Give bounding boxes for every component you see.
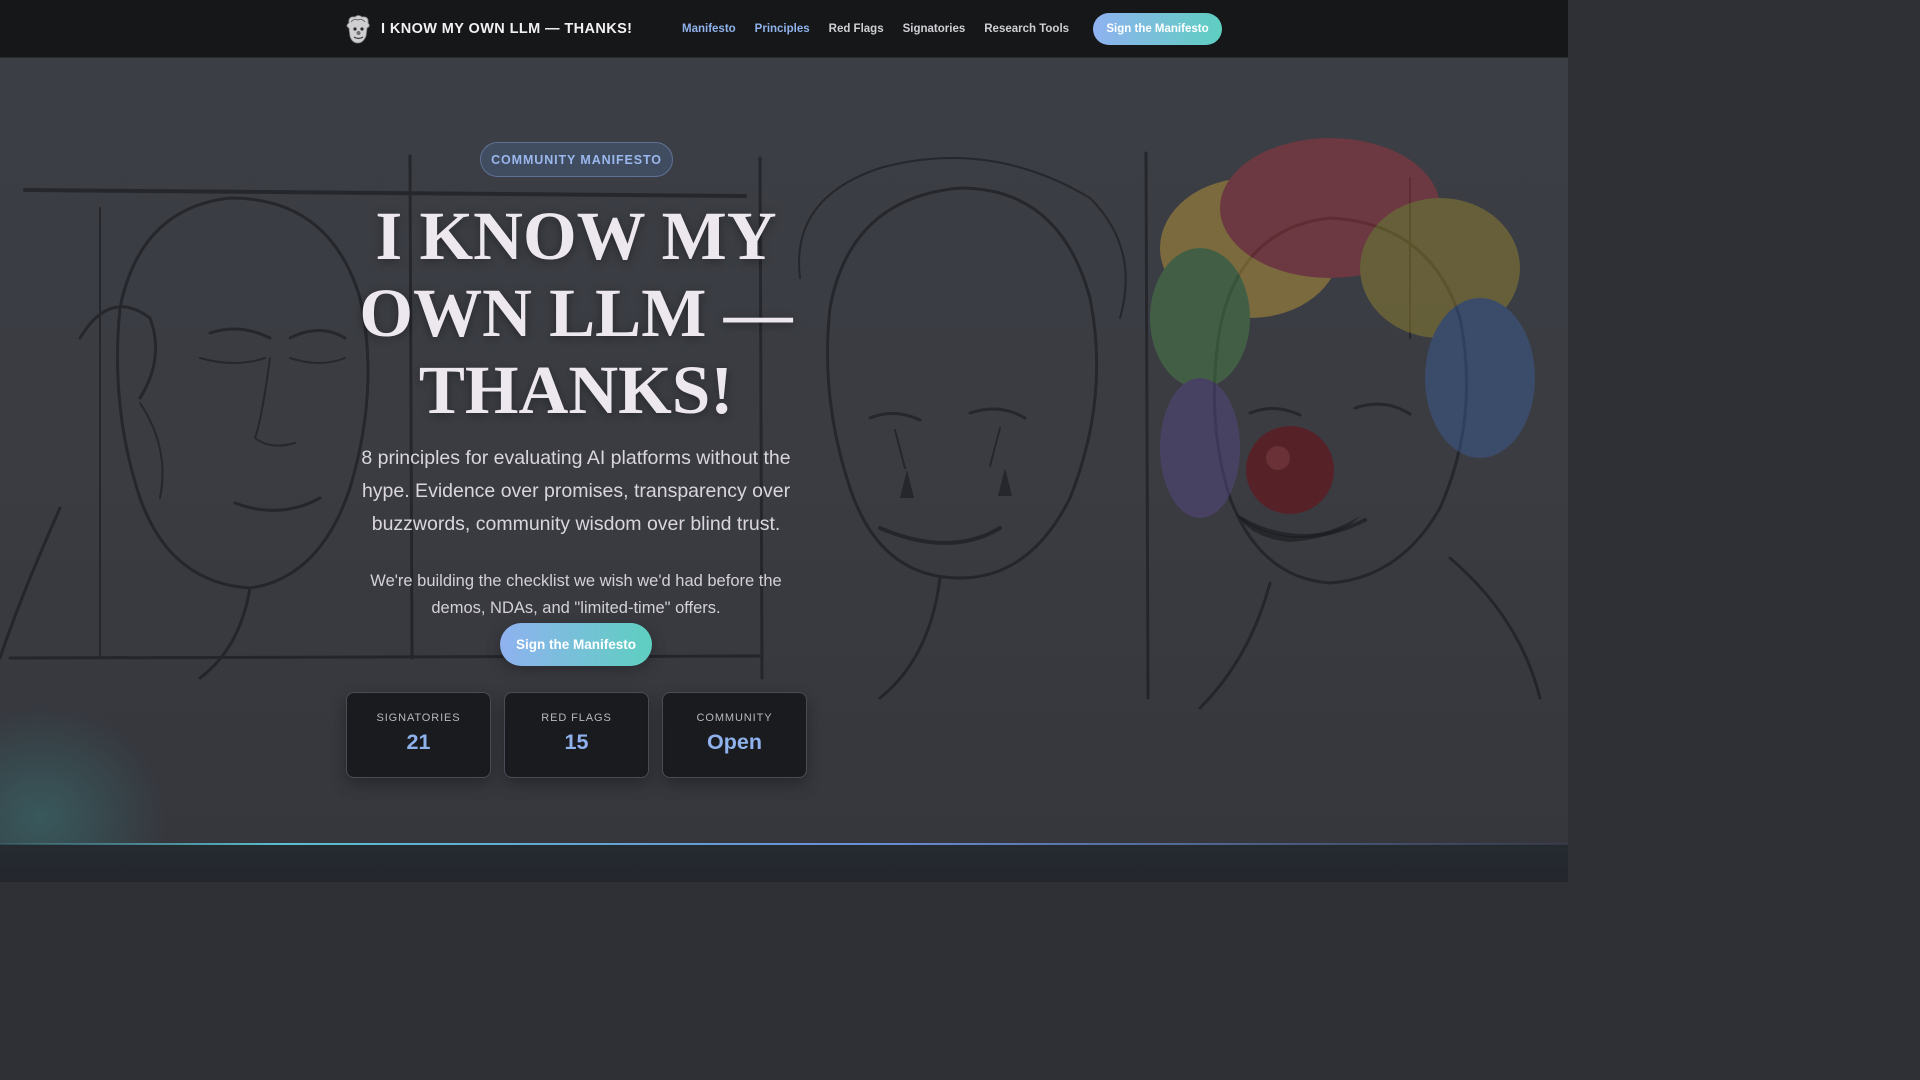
clown-face-icon bbox=[346, 15, 370, 44]
stats-row: SIGNATORIES 21 RED FLAGS 15 COMMUNITY Op… bbox=[346, 692, 807, 778]
brand[interactable]: I KNOW MY OWN LLM — THANKS! bbox=[345, 14, 632, 44]
hero-subtitle: 8 principles for evaluating AI platforms… bbox=[361, 447, 791, 535]
nav-sign-manifesto-button[interactable]: Sign the Manifesto bbox=[1093, 13, 1222, 45]
hero-section: COMMUNITY MANIFESTO I KNOW MY OWN LLM — … bbox=[0, 58, 1568, 844]
brand-name: I KNOW MY OWN LLM — THANKS! bbox=[381, 21, 633, 37]
nav-link-research-tools[interactable]: Research Tools bbox=[984, 23, 1069, 35]
nav-link-principles[interactable]: Principles bbox=[755, 23, 810, 35]
stat-card-signatories: SIGNATORIES 21 bbox=[346, 692, 491, 778]
stat-value: Open bbox=[707, 730, 762, 754]
nav-links: Manifesto Principles Red Flags Signatori… bbox=[682, 0, 1069, 58]
stat-label: SIGNATORIES bbox=[376, 712, 461, 724]
nav-link-manifesto[interactable]: Manifesto bbox=[682, 23, 736, 35]
hero-sign-manifesto-button[interactable]: Sign the Manifesto bbox=[500, 623, 652, 666]
stat-card-community: COMMUNITY Open bbox=[662, 692, 807, 778]
stat-value: 21 bbox=[406, 730, 431, 754]
stat-card-red-flags: RED FLAGS 15 bbox=[504, 692, 649, 778]
community-manifesto-badge: COMMUNITY MANIFESTO bbox=[480, 142, 673, 177]
nav-link-red-flags[interactable]: Red Flags bbox=[829, 23, 884, 35]
top-nav: I KNOW MY OWN LLM — THANKS! Manifesto Pr… bbox=[0, 0, 1568, 58]
stat-value: 15 bbox=[564, 730, 589, 754]
next-section-band bbox=[0, 845, 1568, 882]
nav-link-signatories[interactable]: Signatories bbox=[903, 23, 966, 35]
hero-note: We're building the checklist we wish we'… bbox=[370, 572, 782, 617]
hero-title: I KNOW MY OWN LLM — THANKS! bbox=[359, 198, 793, 428]
stat-label: RED FLAGS bbox=[541, 712, 612, 724]
stat-label: COMMUNITY bbox=[696, 712, 773, 724]
